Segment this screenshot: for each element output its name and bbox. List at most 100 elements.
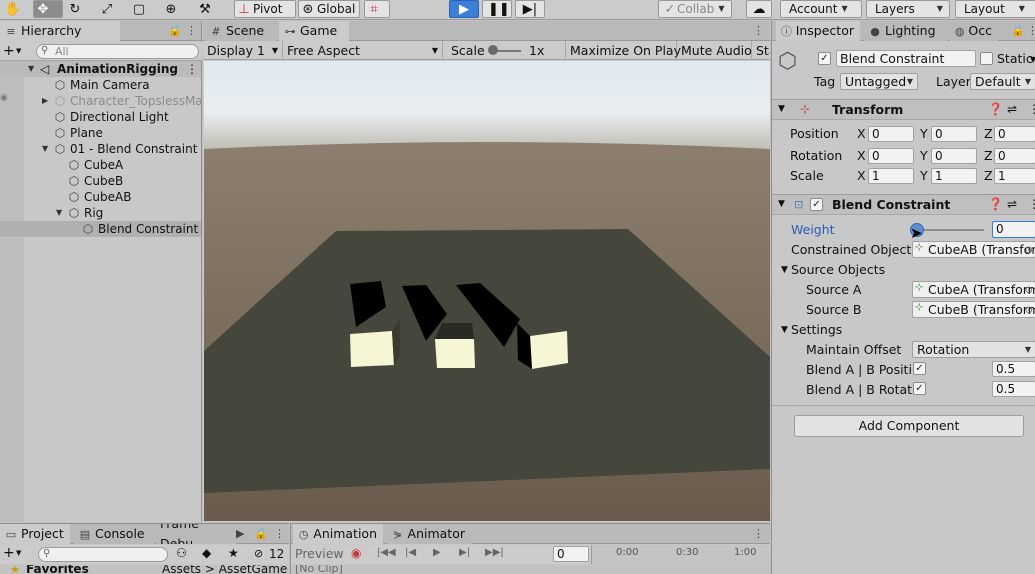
- preset-sliders-icon[interactable]: ⇌: [1007, 197, 1017, 211]
- transform-header[interactable]: ▼ ⊹ Transform ❓ ⇌ ⋮: [772, 99, 1035, 120]
- tab-animator[interactable]: ⋟ Animator: [387, 524, 471, 544]
- aspect-dropdown[interactable]: Free Aspect ▼: [283, 41, 443, 60]
- rect-tool-button[interactable]: ▢: [130, 0, 158, 18]
- hierarchy-item[interactable]: ⬡ CubeA: [0, 157, 201, 173]
- kebab-menu-icon[interactable]: ⋮: [186, 61, 198, 77]
- tab-frame-debugger[interactable]: Frame Debu: [156, 524, 236, 544]
- expand-arrow-icon[interactable]: ▼: [781, 265, 788, 275]
- kebab-menu-icon[interactable]: ⋮: [186, 24, 197, 37]
- expand-arrow-icon[interactable]: ▼: [778, 199, 785, 209]
- help-icon[interactable]: ❓: [988, 197, 1003, 211]
- rotation-z-field[interactable]: 0: [994, 148, 1035, 164]
- rotation-x-field[interactable]: 0: [868, 148, 914, 164]
- scale-slider[interactable]: Scale 1x: [443, 41, 566, 60]
- maximize-on-play-toggle[interactable]: Maximize On Play: [566, 41, 681, 60]
- weight-field[interactable]: 0: [992, 221, 1035, 238]
- kebab-menu-icon[interactable]: ⋮: [753, 527, 764, 540]
- expand-arrow-icon[interactable]: ▼: [781, 325, 788, 335]
- hierarchy-search-input[interactable]: ⚲ All: [36, 44, 199, 59]
- expand-arrow-icon[interactable]: ▶: [42, 93, 48, 109]
- filter-by-type-icon[interactable]: ⚇: [176, 546, 187, 560]
- display-dropdown[interactable]: Display 1 ▼: [203, 41, 283, 60]
- create-add-icon[interactable]: +: [3, 43, 15, 59]
- chevron-right-icon[interactable]: ▶: [236, 527, 244, 540]
- hidden-packages-icon[interactable]: ⊘: [254, 547, 263, 560]
- scale-slider-knob[interactable]: [488, 45, 498, 55]
- create-add-icon[interactable]: +: [3, 545, 15, 561]
- scale-y-field[interactable]: 1: [931, 168, 977, 184]
- kebab-menu-icon[interactable]: ⋮: [1028, 197, 1035, 211]
- scale-z-field[interactable]: 1: [994, 168, 1035, 184]
- layer-dropdown[interactable]: Default ▼: [970, 73, 1035, 90]
- hand-tool-button[interactable]: ✋: [4, 0, 30, 18]
- kebab-menu-icon[interactable]: ⋮: [1028, 102, 1035, 116]
- pause-button[interactable]: ❚❚: [482, 0, 512, 18]
- mute-audio-toggle[interactable]: Mute Audio: [677, 41, 752, 60]
- preview-toggle[interactable]: Preview: [295, 546, 344, 561]
- source-a-field[interactable]: ⊹ CubeA (Transform) ⊙: [912, 281, 1035, 298]
- add-component-button[interactable]: Add Component: [794, 415, 1024, 437]
- stats-toggle[interactable]: Sta: [752, 41, 770, 60]
- chevron-down-icon[interactable]: ▼: [1030, 55, 1035, 64]
- object-name-field[interactable]: Blend Constraint: [836, 50, 976, 67]
- hierarchy-item[interactable]: ⬡ CubeAB: [0, 189, 201, 205]
- maintain-offset-dropdown[interactable]: Rotation ▼: [912, 341, 1035, 358]
- timeline-ruler[interactable]: 0:00 0:30 1:00: [591, 545, 771, 564]
- tab-inspector[interactable]: ⓘ Inspector: [776, 21, 860, 41]
- rotate-tool-button[interactable]: ↻: [66, 0, 94, 18]
- blend-rotation-checkbox[interactable]: ✓: [913, 382, 926, 395]
- global-toggle[interactable]: ⊛ Global: [298, 0, 360, 18]
- hierarchy-item[interactable]: ⬡ Main Camera: [0, 77, 201, 93]
- last-key-icon[interactable]: ▶▶|: [485, 547, 504, 558]
- constrained-object-field[interactable]: ⊹ CubeAB (Transform) ⊙: [912, 241, 1035, 258]
- blend-position-field[interactable]: 0.5: [992, 361, 1035, 377]
- object-picker-icon[interactable]: ⊙: [1025, 303, 1033, 317]
- project-search-input[interactable]: ⚲: [38, 547, 168, 562]
- scale-tool-button[interactable]: ⤢: [98, 0, 126, 18]
- layers-dropdown[interactable]: Layers ▼: [866, 0, 950, 18]
- expand-arrow-icon[interactable]: ▼: [28, 61, 34, 77]
- pivot-toggle[interactable]: ⊥ Pivot: [234, 0, 296, 18]
- tab-animation[interactable]: ◷ Animation: [293, 524, 383, 544]
- tag-dropdown[interactable]: Untagged ▼: [840, 73, 918, 90]
- prev-key-icon[interactable]: |◀: [405, 547, 416, 558]
- preset-sliders-icon[interactable]: ⇌: [1007, 102, 1017, 116]
- position-y-field[interactable]: 0: [931, 126, 977, 142]
- chevron-down-icon[interactable]: ▼: [16, 47, 21, 55]
- frame-field[interactable]: 0: [553, 546, 589, 562]
- tab-scene[interactable]: # Scene: [205, 21, 277, 41]
- position-x-field[interactable]: 0: [868, 126, 914, 142]
- tab-hierarchy[interactable]: ≡ Hierarchy: [0, 21, 120, 41]
- kebab-menu-icon[interactable]: ⋮: [753, 24, 764, 37]
- blend-position-checkbox[interactable]: ✓: [913, 362, 926, 375]
- hierarchy-item[interactable]: ▼ ⬡ Rig: [0, 205, 201, 221]
- tab-project[interactable]: ▭ Project: [0, 524, 70, 544]
- layout-dropdown[interactable]: Layout ▼: [955, 0, 1035, 18]
- expand-arrow-icon[interactable]: ▼: [56, 205, 62, 221]
- record-icon[interactable]: ◉: [351, 546, 361, 560]
- static-checkbox[interactable]: [980, 52, 993, 65]
- tab-console[interactable]: ▤ Console: [74, 524, 154, 544]
- expand-arrow-icon[interactable]: ▼: [42, 141, 48, 157]
- scale-x-field[interactable]: 1: [868, 168, 914, 184]
- kebab-menu-icon[interactable]: ⋮: [1027, 24, 1035, 37]
- move-tool-button[interactable]: ✥: [33, 0, 63, 18]
- play-button[interactable]: ▶: [449, 0, 479, 18]
- weight-slider[interactable]: [910, 222, 984, 238]
- cloud-button[interactable]: ☁: [746, 0, 772, 18]
- custom-tool-button[interactable]: ⚒: [196, 0, 222, 18]
- tab-occlusion[interactable]: ◍ Occ: [950, 21, 998, 41]
- rotation-y-field[interactable]: 0: [931, 148, 977, 164]
- lock-icon[interactable]: 🔒: [254, 527, 268, 540]
- expand-arrow-icon[interactable]: ▼: [778, 104, 785, 114]
- lock-icon[interactable]: 🔒: [1011, 24, 1025, 37]
- play-icon[interactable]: ▶: [433, 547, 441, 558]
- chevron-down-icon[interactable]: ▼: [16, 549, 21, 557]
- object-picker-icon[interactable]: ⊙: [1025, 283, 1033, 297]
- position-z-field[interactable]: 0: [994, 126, 1035, 142]
- hierarchy-item[interactable]: ▼ ⬡ 01 - Blend Constraint: [0, 141, 201, 157]
- clip-dropdown[interactable]: [No Clip]: [295, 565, 343, 574]
- hierarchy-item[interactable]: ▶ ⬡ Character_TopslessMale: [0, 93, 201, 109]
- next-key-icon[interactable]: ▶|: [459, 547, 470, 558]
- filter-by-label-icon[interactable]: ◆: [202, 546, 211, 560]
